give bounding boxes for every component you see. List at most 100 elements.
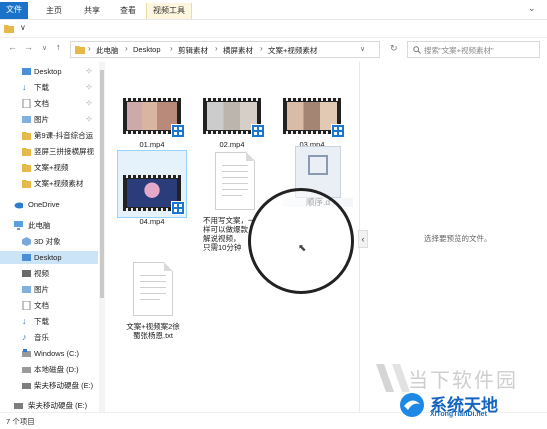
nav-item-label: 竖屏三拼接横屏视 bbox=[34, 147, 94, 156]
nav-item-label: 3D 对象 bbox=[34, 237, 61, 246]
document-icon bbox=[22, 301, 31, 310]
folder-icon bbox=[22, 148, 31, 156]
breadcrumb-this-pc[interactable]: 此电脑 bbox=[96, 45, 119, 56]
breadcrumb-desktop[interactable]: Desktop bbox=[133, 45, 161, 54]
nav-item-label: 下载 bbox=[34, 83, 49, 92]
ribbon-expand-icon[interactable]: ⌄ bbox=[528, 3, 536, 14]
search-input[interactable]: 搜索"文案+视频素材" bbox=[407, 41, 540, 58]
nav-item-pictures[interactable]: 图片 bbox=[0, 283, 98, 296]
file-item-text[interactable]: 文案+视频案2徐 蜀张杨恩.txt bbox=[113, 262, 193, 340]
quick-access-dropdown[interactable]: ∨ bbox=[20, 23, 26, 32]
cloud-icon bbox=[14, 202, 23, 209]
file-item-video[interactable]: 02.mp4 bbox=[197, 98, 267, 149]
file-item-video[interactable]: 01.mp4 bbox=[117, 98, 187, 149]
pin-icon[interactable]: ⊹ bbox=[86, 113, 92, 126]
tab-view[interactable]: 查看 bbox=[114, 3, 142, 19]
tab-share[interactable]: 共享 bbox=[78, 3, 106, 19]
picture-icon bbox=[22, 116, 31, 123]
nav-item-folder[interactable]: 文案+视频 bbox=[0, 161, 98, 174]
video-file-icon bbox=[251, 124, 265, 138]
nav-item-label: Desktop bbox=[34, 67, 62, 76]
tab-video-tools[interactable]: 视频工具 bbox=[146, 3, 192, 19]
download-arrow-icon: ↓ bbox=[22, 82, 27, 92]
external-drive-icon bbox=[14, 403, 23, 409]
nav-item-videos[interactable]: 视频 bbox=[0, 267, 98, 280]
video-thumbnail bbox=[203, 98, 265, 138]
nav-item-label: Windows (C:) bbox=[34, 349, 80, 358]
quick-access-toolbar: ∨ bbox=[0, 20, 547, 38]
nav-item-documents-pinned[interactable]: 文档 ⊹ bbox=[0, 97, 98, 110]
address-bar[interactable]: › 此电脑 › Desktop › 剪辑素材 › 横屏素材 › 文案+视频素材 … bbox=[70, 41, 380, 58]
breadcrumb-separator: › bbox=[170, 44, 173, 53]
external-drive-icon bbox=[22, 383, 31, 389]
nav-item-label: Desktop bbox=[34, 253, 62, 262]
nav-item-documents[interactable]: 文档 bbox=[0, 299, 98, 312]
file-item-video[interactable]: 03.mp4 bbox=[277, 98, 347, 149]
file-name: 01.mp4 bbox=[139, 140, 165, 149]
folder-icon bbox=[4, 25, 14, 33]
nav-item-drive-e-root[interactable]: 柴夫移动硬盘 (E:) bbox=[0, 399, 98, 412]
back-arrow-icon[interactable]: ← bbox=[8, 42, 17, 52]
desktop-icon bbox=[22, 254, 31, 261]
recent-dropdown-icon[interactable]: ∨ bbox=[42, 44, 47, 52]
nav-item-label: 图片 bbox=[34, 115, 49, 124]
nav-item-label: 图片 bbox=[34, 285, 49, 294]
nav-item-music[interactable]: ♪ 音乐 bbox=[0, 331, 98, 344]
pin-icon[interactable]: ⊹ bbox=[86, 65, 92, 78]
pin-icon[interactable]: ⊹ bbox=[86, 97, 92, 110]
nav-item-downloads[interactable]: ↓ 下载 bbox=[0, 315, 98, 328]
breadcrumb-separator: › bbox=[125, 44, 128, 53]
nav-scrollbar[interactable] bbox=[99, 62, 105, 414]
nav-item-drive-e[interactable]: 柴夫移动硬盘 (E:) bbox=[0, 379, 98, 392]
folder-icon bbox=[22, 132, 31, 140]
breadcrumb-editing-assets[interactable]: 剪辑素材 bbox=[178, 45, 208, 56]
tab-file[interactable]: 文件 bbox=[0, 2, 28, 19]
nav-item-label: 第9课-抖音综合运 bbox=[34, 131, 94, 140]
file-name: 02.mp4 bbox=[219, 140, 245, 149]
nav-item-label: 文档 bbox=[34, 301, 49, 310]
file-name-line: 文案+视频案2徐 bbox=[126, 322, 180, 331]
nav-item-pictures-pinned[interactable]: 图片 ⊹ bbox=[0, 113, 98, 126]
nav-item-downloads-pinned[interactable]: ↓ 下载 ⊹ bbox=[0, 81, 98, 94]
nav-item-folder[interactable]: 文案+视频素材 bbox=[0, 177, 98, 190]
video-thumbnail bbox=[123, 98, 185, 138]
nav-item-desktop[interactable]: Desktop bbox=[0, 251, 98, 264]
nav-item-desktop-pinned[interactable]: Desktop ⊹ bbox=[0, 65, 98, 78]
breadcrumb-separator: › bbox=[88, 44, 91, 53]
tab-home[interactable]: 主页 bbox=[40, 3, 68, 19]
breadcrumb-landscape-assets[interactable]: 横屏素材 bbox=[223, 45, 253, 56]
text-file-icon bbox=[133, 262, 173, 316]
folder-icon bbox=[22, 180, 31, 188]
file-name: 04.mp4 bbox=[139, 217, 165, 226]
address-dropdown-icon[interactable]: ∨ bbox=[360, 45, 365, 53]
search-placeholder: 搜索"文案+视频素材" bbox=[424, 46, 494, 55]
nav-item-label: 文案+视频素材 bbox=[34, 179, 84, 188]
nav-item-folder[interactable]: 竖屏三拼接横屏视 bbox=[0, 145, 98, 158]
nav-item-onedrive[interactable]: OneDrive bbox=[0, 198, 98, 211]
scrollbar-thumb[interactable] bbox=[100, 70, 104, 298]
file-item-video-selected[interactable]: 04.mp4 bbox=[117, 150, 187, 226]
item-count: 7 个项目 bbox=[6, 417, 35, 426]
nav-item-drive-d[interactable]: 本地磁盘 (D:) bbox=[0, 363, 98, 376]
nav-item-folder[interactable]: 第9课-抖音综合运 bbox=[0, 129, 98, 142]
nav-item-3d-objects[interactable]: 3D 对象 bbox=[0, 235, 98, 248]
magnifier-circle bbox=[248, 188, 354, 294]
refresh-icon[interactable]: ↻ bbox=[390, 43, 398, 54]
nav-item-label: 音乐 bbox=[34, 333, 49, 342]
watermark-url: XiTongTianDi.net bbox=[430, 411, 487, 418]
breadcrumb-current-folder[interactable]: 文案+视频素材 bbox=[268, 45, 317, 56]
video-icon bbox=[22, 270, 31, 277]
pin-icon[interactable]: ⊹ bbox=[86, 81, 92, 94]
nav-item-label: OneDrive bbox=[28, 200, 60, 209]
document-icon bbox=[22, 99, 31, 108]
collapse-preview-button[interactable]: ‹ bbox=[358, 230, 368, 248]
breadcrumb-separator: › bbox=[215, 44, 218, 53]
up-arrow-icon[interactable]: ↑ bbox=[56, 42, 61, 52]
hard-drive-icon bbox=[22, 367, 31, 373]
nav-item-label: 柴夫移动硬盘 (E:) bbox=[34, 381, 94, 390]
nav-item-this-pc[interactable]: 此电脑 bbox=[0, 219, 98, 232]
watermark-text: 当下软件园 bbox=[408, 368, 518, 392]
nav-item-drive-c[interactable]: Windows (C:) bbox=[0, 347, 98, 360]
nav-item-label: 文案+视频 bbox=[34, 163, 69, 172]
forward-arrow-icon[interactable]: → bbox=[24, 42, 33, 52]
